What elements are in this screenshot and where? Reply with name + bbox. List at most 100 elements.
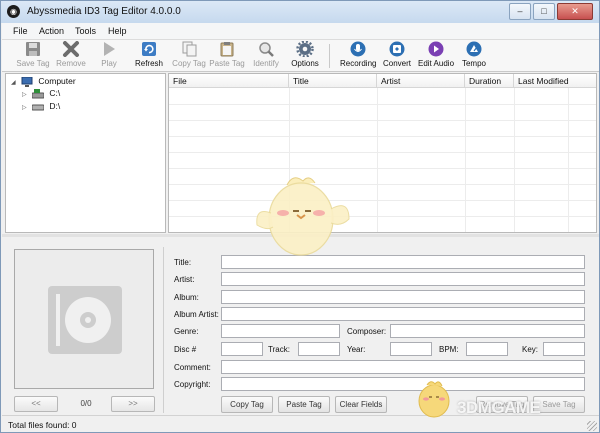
folder-tree[interactable]: ◢ Computer ▷ C:\ ▷ D:\ [5, 73, 166, 233]
artist-label: Artist: [174, 275, 195, 284]
minimize-button[interactable]: – [509, 3, 531, 20]
column-header-file[interactable]: File [169, 74, 289, 88]
refresh-icon [142, 42, 156, 56]
copy-tag-button[interactable]: Copy Tag [221, 396, 273, 413]
disc-label: Disc # [174, 345, 197, 354]
genre-field[interactable] [221, 324, 340, 338]
menu-action[interactable]: Action [39, 26, 64, 36]
next-artwork-button[interactable]: >> [111, 396, 155, 412]
artwork-counter: 0/0 [80, 399, 92, 408]
clipboard-icon [220, 42, 234, 57]
watermark-small-mascot-icon [418, 381, 450, 418]
bpm-label: BPM: [439, 345, 459, 354]
copy-tag-label: Copy Tag [172, 59, 206, 68]
menu-bar: File Action Tools Help [2, 23, 599, 40]
watermark-mascot-icon [256, 177, 350, 256]
grid-row-line [169, 136, 596, 137]
gear-icon [296, 41, 314, 57]
expand-arrow-icon[interactable]: ▷ [22, 105, 27, 111]
clear-fields-button[interactable]: Clear Fields [335, 396, 387, 413]
album-art-frame[interactable] [14, 249, 154, 389]
track-label: Track: [268, 345, 290, 354]
tree-item-drive-c[interactable]: ▷ C:\ [22, 88, 60, 99]
copy-tag-toolbar-button[interactable]: Copy Tag [172, 41, 206, 71]
refresh-toolbar-button[interactable]: Refresh [133, 41, 165, 71]
menu-help[interactable]: Help [108, 26, 127, 36]
toolbar-separator [329, 44, 330, 68]
copyright-label: Copyright: [174, 380, 211, 389]
menu-file[interactable]: File [13, 26, 28, 36]
bpm-field[interactable] [466, 342, 508, 356]
app-logo-icon: ◉ [7, 5, 20, 18]
track-field[interactable] [298, 342, 340, 356]
convert-toolbar-button[interactable]: Convert [381, 41, 413, 71]
save-tag-toolbar-button[interactable]: Save Tag [16, 41, 50, 71]
window-title: Abyssmedia ID3 Tag Editor 4.0.0.0 [27, 6, 181, 17]
panel-divider [163, 247, 164, 413]
grid-row-line [169, 168, 596, 169]
recording-label: Recording [340, 59, 377, 68]
remove-toolbar-button[interactable]: Remove [55, 41, 87, 71]
resize-grip-icon[interactable] [587, 421, 597, 431]
system-drive-icon [32, 88, 44, 99]
column-header-title[interactable]: Title [289, 74, 377, 88]
album-field[interactable] [221, 290, 585, 304]
comment-field[interactable] [221, 360, 585, 374]
artist-field[interactable] [221, 272, 585, 286]
grid-column-line [514, 88, 515, 232]
play-icon [104, 42, 115, 56]
maximize-button[interactable]: □ [533, 3, 555, 20]
grid-row-line [169, 104, 596, 105]
disc-field[interactable] [221, 342, 263, 356]
floppy-disk-icon [26, 42, 40, 56]
status-text: Total files found: 0 [8, 420, 77, 430]
close-button[interactable]: ✕ [557, 3, 593, 20]
play-label: Play [101, 59, 117, 68]
options-toolbar-button[interactable]: Options [290, 41, 320, 71]
album-artist-label: Album Artist: [174, 310, 219, 319]
tree-item-computer[interactable]: ◢ Computer [11, 76, 76, 87]
copyright-field[interactable] [221, 377, 585, 391]
album-artist-field[interactable] [221, 307, 585, 321]
year-field[interactable] [390, 342, 432, 356]
album-label: Album: [174, 293, 199, 302]
drive-icon [32, 104, 44, 111]
expand-arrow-icon[interactable]: ▷ [22, 92, 27, 98]
tree-label-computer: Computer [38, 76, 76, 86]
prev-artwork-button[interactable]: << [14, 396, 58, 412]
composer-field[interactable] [390, 324, 585, 338]
paste-tag-toolbar-button[interactable]: Paste Tag [209, 41, 245, 71]
grid-row-line [169, 152, 596, 153]
title-bar[interactable]: ◉ Abyssmedia ID3 Tag Editor 4.0.0.0 – □ … [1, 1, 599, 23]
edit-audio-toolbar-button[interactable]: Edit Audio [417, 41, 455, 71]
computer-icon [21, 76, 33, 87]
tempo-toolbar-button[interactable]: Tempo [460, 41, 488, 71]
column-header-duration[interactable]: Duration [465, 74, 514, 88]
column-header-artist[interactable]: Artist [377, 74, 465, 88]
column-header-last-modified[interactable]: Last Modified [514, 74, 596, 88]
cd-case-icon [48, 286, 122, 354]
key-field[interactable] [543, 342, 585, 356]
identify-label: Identify [253, 59, 279, 68]
convert-icon [389, 41, 405, 57]
tempo-icon [466, 41, 482, 57]
save-tag-label: Save Tag [16, 59, 50, 68]
watermark-text: 3DMGAME [457, 398, 541, 417]
grid-row-line [169, 120, 596, 121]
paste-tag-label: Paste Tag [209, 59, 245, 68]
tree-label-drive-d: D:\ [49, 101, 61, 111]
tree-label-drive-c: C:\ [49, 88, 61, 98]
year-label: Year: [347, 345, 366, 354]
app-window: ◉ Abyssmedia ID3 Tag Editor 4.0.0.0 – □ … [0, 0, 600, 433]
identify-toolbar-button[interactable]: Identify [250, 41, 282, 71]
paste-tag-button[interactable]: Paste Tag [278, 396, 330, 413]
tree-item-drive-d[interactable]: ▷ D:\ [22, 101, 60, 112]
composer-label: Composer: [347, 327, 387, 336]
convert-label: Convert [382, 59, 411, 68]
save-tag-button[interactable]: Save Tag [533, 396, 585, 413]
file-list-table[interactable]: File Title Artist Duration Last Modified [168, 73, 597, 233]
play-toolbar-button[interactable]: Play [98, 41, 120, 71]
recording-toolbar-button[interactable]: Recording [340, 41, 376, 71]
menu-tools[interactable]: Tools [75, 26, 96, 36]
collapse-arrow-icon[interactable]: ◢ [11, 80, 16, 86]
